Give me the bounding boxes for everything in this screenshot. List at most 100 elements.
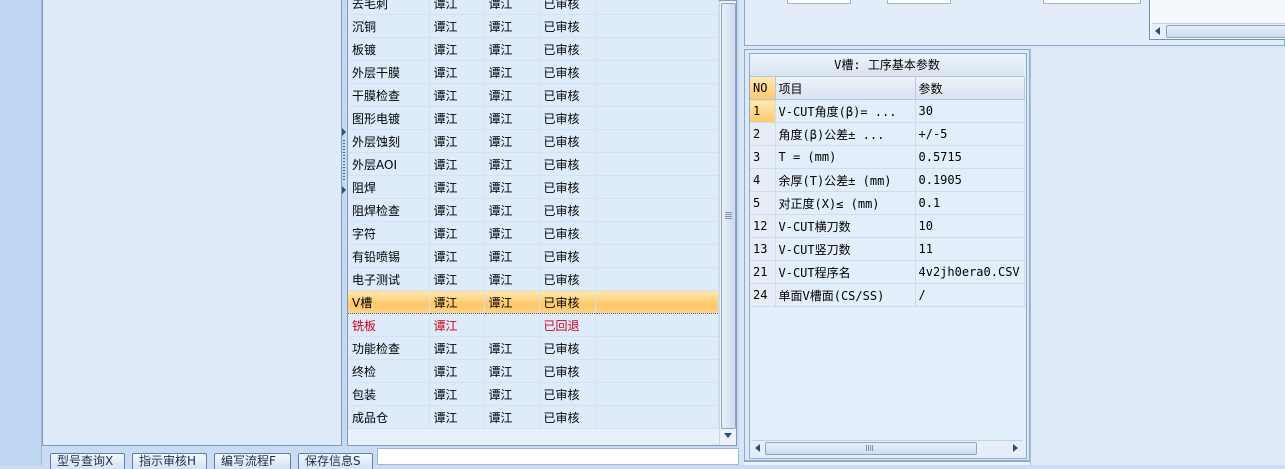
param-value-cell[interactable]: 0.1905 (915, 168, 1025, 192)
scroll-down-icon[interactable] (724, 433, 732, 438)
param-no-cell: 21 (750, 260, 776, 284)
table-row[interactable]: 去毛刺 谭江 谭江 已审核 (348, 0, 719, 15)
param-row[interactable]: 21 V-CUT程序名 4v2jh0era0.CSV (750, 260, 1025, 284)
column-header-item[interactable]: 项目 (775, 77, 916, 100)
top-field[interactable] (1043, 0, 1141, 4)
param-item-cell: 角度(β)公差± ... (775, 122, 916, 146)
step-name-cell: 终检 (348, 359, 430, 383)
param-value-cell[interactable]: / (915, 283, 1025, 307)
model-query-button[interactable]: 型号查询X (50, 453, 125, 469)
param-row[interactable]: 4 余厚(T)公差± (mm) 0.1905 (750, 168, 1025, 192)
param-item-cell: V-CUT程序名 (775, 260, 916, 284)
right-empty-panel (1030, 49, 1285, 465)
status-cell: 已审核 (539, 382, 596, 406)
param-value-cell[interactable]: 0.5715 (915, 145, 1025, 169)
empty-cell (595, 313, 719, 337)
operator-cell: 谭江 (429, 129, 485, 153)
table-row[interactable]: 阻焊检查 谭江 谭江 已审核 (348, 198, 719, 222)
param-row[interactable]: 13 V-CUT竖刀数 11 (750, 237, 1025, 261)
step-name-cell: 板镀 (348, 37, 430, 61)
param-row[interactable]: 12 V-CUT横刀数 10 (750, 214, 1025, 238)
param-value-cell[interactable]: 0.1 (915, 191, 1025, 215)
scroll-left-icon[interactable] (1155, 27, 1160, 35)
param-value-cell[interactable]: +/-5 (915, 122, 1025, 146)
scrollbar-thumb[interactable] (765, 442, 977, 455)
reviewer-cell: 谭江 (484, 290, 540, 314)
param-value-cell[interactable]: 10 (915, 214, 1025, 238)
steps-vertical-scrollbar[interactable] (719, 1, 736, 445)
scroll-left-icon[interactable] (755, 444, 760, 452)
step-name-cell: 去毛刺 (348, 0, 430, 15)
status-cell: 已审核 (539, 14, 596, 38)
table-row[interactable]: 图形电镀 谭江 谭江 已审核 (348, 106, 719, 130)
param-row[interactable]: 1 V-CUT角度(β)= ... 30 (750, 99, 1025, 123)
top-field[interactable] (787, 0, 851, 4)
write-process-button[interactable]: 编写流程F (214, 453, 291, 469)
table-row[interactable]: 外层干膜 谭江 谭江 已审核 (348, 60, 719, 84)
reviewer-cell: 谭江 (484, 83, 540, 107)
top-field[interactable] (887, 0, 951, 4)
save-info-button[interactable]: 保存信息S (298, 453, 373, 469)
param-value-cell[interactable]: 30 (915, 99, 1025, 123)
column-header-no[interactable]: NO (750, 77, 776, 100)
reviewer-cell: 谭江 (484, 405, 540, 429)
table-row[interactable]: 板镀 谭江 谭江 已审核 (348, 37, 719, 61)
splitter-arrow-icon[interactable] (342, 128, 346, 136)
operator-cell: 谭江 (429, 382, 485, 406)
operator-cell: 谭江 (429, 336, 485, 360)
operator-cell: 谭江 (429, 267, 485, 291)
parameters-horizontal-scrollbar[interactable] (751, 440, 1023, 456)
param-item-cell: V-CUT横刀数 (775, 214, 916, 238)
table-row[interactable]: 电子测试 谭江 谭江 已审核 (348, 267, 719, 291)
operator-cell: 谭江 (429, 83, 485, 107)
step-name-cell: 字符 (348, 221, 430, 245)
top-horizontal-scrollbar[interactable] (1152, 23, 1285, 38)
param-row[interactable]: 2 角度(β)公差± ... +/-5 (750, 122, 1025, 146)
process-steps-table: 去毛刺 谭江 谭江 已审核 沉铜 谭江 谭江 已审核 板镀 谭江 谭江 已审核 外层干膜 谭江 谭江 已审核干… (348, 0, 719, 429)
table-row[interactable]: 终检 谭江 谭江 已审核 (348, 359, 719, 383)
step-name-cell: 外层AOI (348, 152, 430, 176)
table-row[interactable]: 铣板 谭江 已回退 (348, 313, 719, 337)
table-row[interactable]: 阻焊 谭江 谭江 已审核 (348, 175, 719, 199)
table-row[interactable]: 字符 谭江 谭江 已审核 (348, 221, 719, 245)
param-row[interactable]: 3T = (mm) 0.5715 (750, 145, 1025, 169)
status-cell: 已审核 (539, 359, 596, 383)
param-row[interactable]: 24 单面V槽面(CS/SS) / (750, 283, 1025, 307)
operator-cell: 谭江 (429, 359, 485, 383)
table-row[interactable]: 有铅喷锡 谭江 谭江 已审核 (348, 244, 719, 268)
left-tree-panel[interactable] (42, 0, 342, 446)
table-row[interactable]: 外层AOI 谭江 谭江 已审核 (348, 152, 719, 176)
empty-cell (595, 175, 719, 199)
table-row[interactable]: 干膜检查 谭江 谭江 已审核 (348, 83, 719, 107)
splitter-arrow-icon[interactable] (342, 186, 346, 194)
reviewer-cell: 谭江 (484, 221, 540, 245)
step-name-cell: 阻焊检查 (348, 198, 430, 222)
param-no-cell: 13 (750, 237, 776, 261)
top-right-list[interactable] (1149, 0, 1285, 40)
column-header-value[interactable]: 参数 (915, 77, 1025, 100)
empty-cell (595, 244, 719, 268)
scrollbar-thumb[interactable] (721, 3, 736, 429)
table-row[interactable]: V槽 谭江 谭江 已审核 (348, 290, 719, 314)
table-row[interactable]: 成品仓 谭江 谭江 已审核 (348, 405, 719, 429)
param-no-cell: 4 (750, 168, 776, 192)
left-sidebar-strip (0, 0, 42, 465)
table-row[interactable]: 功能检查 谭江 谭江 已审核 (348, 336, 719, 360)
table-row[interactable]: 包装 谭江 谭江 已审核 (348, 382, 719, 406)
param-row[interactable]: 5 对正度(X)≤ (mm) 0.1 (750, 191, 1025, 215)
param-value-cell[interactable]: 11 (915, 237, 1025, 261)
empty-cell (595, 152, 719, 176)
param-value-cell[interactable]: 4v2jh0era0.CSV (915, 260, 1025, 284)
empty-cell (595, 14, 719, 38)
instruction-review-button[interactable]: 指示审核H (132, 453, 207, 469)
status-cell: 已审核 (539, 152, 596, 176)
operator-cell: 谭江 (429, 0, 485, 15)
operator-cell: 谭江 (429, 198, 485, 222)
table-row[interactable]: 外层蚀刻 谭江 谭江 已审核 (348, 129, 719, 153)
param-no-cell: 2 (750, 122, 776, 146)
scrollbar-thumb[interactable] (1166, 25, 1285, 38)
scroll-right-icon[interactable] (1013, 444, 1018, 452)
table-row[interactable]: 沉铜 谭江 谭江 已审核 (348, 14, 719, 38)
status-cell: 已审核 (539, 244, 596, 268)
step-name-cell: 干膜检查 (348, 83, 430, 107)
